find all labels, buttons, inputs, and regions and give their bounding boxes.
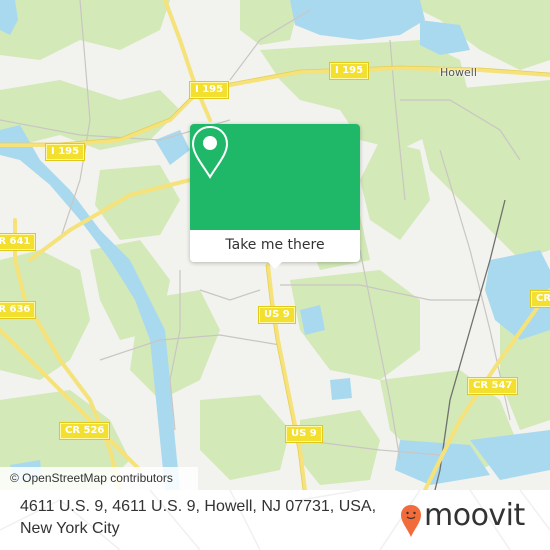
- address-line-1: 4611 U.S. 9, 4611 U.S. 9, Howell, NJ 077…: [20, 498, 377, 515]
- popup-pointer: [267, 261, 283, 269]
- road-shield-i195: I 195: [328, 62, 370, 80]
- road-shield-cr526: CR 526: [58, 422, 111, 440]
- road-shield-i195: I 195: [188, 81, 230, 99]
- road-shield-cr: CR: [529, 290, 550, 308]
- place-label-howell: Howell: [440, 66, 477, 79]
- address-line-2: New York City: [20, 520, 120, 537]
- location-pin-icon: [191, 125, 229, 179]
- road-shield-cr636: CR 636: [0, 301, 37, 319]
- road-shield-us9: US 9: [258, 306, 296, 324]
- take-me-there-button[interactable]: Take me there: [190, 230, 360, 262]
- road-shield-cr547: CR 547: [466, 377, 519, 395]
- footer: 4611 U.S. 9, 4611 U.S. 9, Howell, NJ 077…: [0, 490, 550, 550]
- popup-header: [190, 124, 360, 230]
- moovit-wordmark: moovit: [424, 498, 525, 533]
- location-popup: Take me there: [190, 124, 360, 269]
- map-view[interactable]: Howell I 195 I 195 I 195 CR 641 CR 636 C…: [0, 0, 550, 490]
- address-text: 4611 U.S. 9, 4611 U.S. 9, Howell, NJ 077…: [20, 496, 380, 540]
- road-shield-us9: US 9: [285, 425, 323, 443]
- moovit-pin-icon: [401, 505, 421, 537]
- road-shield-i195: I 195: [44, 143, 86, 161]
- osm-attribution[interactable]: © OpenStreetMap contributors: [0, 467, 198, 490]
- road-shield-cr641: CR 641: [0, 233, 37, 251]
- moovit-logo[interactable]: moovit: [400, 498, 540, 540]
